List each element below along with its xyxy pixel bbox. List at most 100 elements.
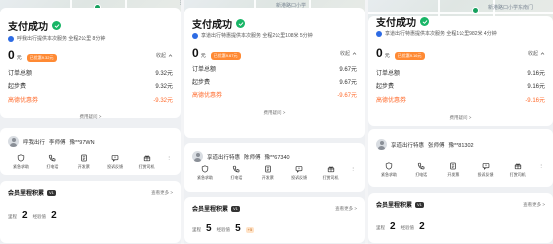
emergency-button[interactable]: 紧急求助 (8, 154, 34, 170)
fee-line: 订单总额 9.67元 (184, 64, 365, 73)
experience-label: 经验值 (400, 225, 415, 230)
coupon-value: -9.67元 (337, 93, 357, 99)
coupon-label: 高德优惠券 (192, 93, 223, 99)
membership-card: 会员里程积累 V1 查看更多 > 里程 2 经验值 2 (0, 181, 181, 243)
fee-question-link[interactable]: 费用疑问 > (184, 110, 365, 116)
map-label: 新港路口小学东南门 (488, 5, 534, 11)
fee-label: 起步费 (8, 84, 27, 90)
message-icon (482, 163, 489, 170)
shield-icon (17, 154, 25, 162)
membership-title: 会员里程积累 (8, 191, 45, 197)
payment-card: 支付成功 呼我出行提供本次服务 全程2公里 8分钟 0 元 已优惠9.32元 收… (0, 8, 181, 120)
action-label: 紧急求助 (381, 172, 397, 177)
service-provider-icon (376, 30, 382, 37)
tip-driver-button[interactable]: 打赏司机 (318, 165, 344, 181)
collapse-label: 收起 (155, 52, 166, 59)
coupon-value: -9.16元 (525, 98, 545, 104)
fee-line: 起步费 9.32元 (0, 81, 181, 90)
license-plate: 豫**81302 (448, 142, 474, 149)
experience-value: 2 (51, 210, 57, 221)
experience-value: 5 (235, 223, 241, 234)
discount-badge: 已优惠9.67元 (210, 52, 241, 60)
coupon-line: 高德优惠券 -9.67元 (184, 90, 365, 99)
action-label: 投诉反馈 (477, 172, 494, 177)
shield-icon (385, 162, 393, 170)
action-label: 投诉反馈 (107, 164, 124, 169)
tip-driver-button[interactable]: 打赏司机 (505, 162, 531, 178)
more-vertical-icon: ⋮ (166, 155, 171, 160)
fee-value: 9.16元 (527, 71, 545, 77)
action-label: 打电话 (230, 175, 243, 180)
service-summary: 享道出行特惠提供本次服务 全程2公里108米 5分钟 (201, 33, 313, 39)
more-button[interactable]: ⋮ (349, 165, 357, 181)
complaint-button[interactable]: 投诉反馈 (286, 165, 312, 181)
shield-icon (201, 165, 209, 173)
emergency-button[interactable]: 紧急求助 (376, 162, 402, 178)
action-label: 开发票 (77, 164, 90, 169)
payment-card: 支付成功 享道出行特惠提供本次服务 全程1公里982米 4分钟 0 元 已优惠9… (368, 16, 553, 126)
call-button[interactable]: 打电话 (223, 165, 249, 181)
call-button[interactable]: 打电话 (408, 162, 434, 178)
complaint-button[interactable]: 投诉反馈 (102, 154, 128, 170)
driver-card: 享道出行特惠 陈师傅 豫**67340 紧急求助 打电话 开发票 投诉反馈 打赏… (184, 143, 365, 192)
paid-unit: 元 (200, 53, 206, 59)
collapse-toggle[interactable]: 收起 (528, 50, 545, 57)
payment-status-title: 支付成功 (376, 18, 416, 29)
membership-level-badge: V1 (231, 205, 240, 212)
complaint-button[interactable]: 投诉反馈 (473, 162, 499, 178)
fee-question-link[interactable]: 费用疑问 > (368, 115, 553, 121)
service-provider-icon (192, 32, 198, 39)
invoice-button[interactable]: 开发票 (440, 162, 466, 178)
fee-label: 订单总额 (376, 71, 401, 77)
more-vertical-icon: ⋮ (538, 163, 543, 168)
more-button[interactable]: ⋮ (537, 162, 545, 178)
invoice-button[interactable]: 开发票 (71, 154, 97, 170)
driver-card: 享道出行特惠 张师傅 豫**81302 紧急求助 打电话 开发票 投诉反馈 打赏… (368, 129, 553, 187)
map-pin-icon (472, 7, 479, 14)
collapse-toggle[interactable]: 收起 (156, 52, 173, 59)
see-more-link[interactable]: 查看更多 > (335, 206, 357, 212)
message-icon (111, 155, 119, 162)
action-label: 打赏司机 (322, 175, 339, 180)
collapse-label: 收起 (527, 50, 538, 57)
paid-amount: 0 (192, 46, 199, 60)
more-button[interactable]: ⋮ (165, 154, 173, 170)
call-button[interactable]: 打电话 (39, 154, 65, 170)
paid-amount: 0 (376, 46, 383, 60)
action-label: 开发票 (447, 172, 460, 177)
phone-icon (418, 162, 425, 170)
chevron-up-icon (540, 51, 545, 55)
see-more-link[interactable]: 查看更多 > (523, 202, 545, 208)
tip-driver-button[interactable]: 打赏司机 (134, 154, 160, 170)
chevron-up-icon (168, 53, 173, 57)
fee-value: 9.67元 (339, 67, 357, 73)
fee-question-link[interactable]: 费用疑问 > (0, 114, 181, 120)
collapse-label: 收起 (339, 50, 350, 57)
experience-value: 2 (419, 221, 425, 232)
paid-amount: 0 (8, 48, 15, 62)
action-label: 打赏司机 (138, 164, 155, 169)
experience-label: 经验值 (32, 214, 47, 219)
membership-title: 会员里程积累 (376, 203, 413, 209)
success-check-icon (236, 19, 245, 28)
invoice-icon (265, 165, 271, 173)
fee-label: 订单总额 (8, 71, 33, 77)
fee-label: 订单总额 (192, 67, 217, 73)
fee-value: 9.16元 (527, 84, 545, 90)
phone-icon (49, 154, 56, 162)
trip-receipt-panel: 新港路口小学东南门 珠江新城 支付成功 呼我出行提供本次服务 全程2公里 8分钟… (0, 0, 181, 244)
gift-icon (143, 155, 150, 162)
invoice-button[interactable]: 开发票 (255, 165, 281, 181)
driver-avatar (8, 136, 19, 147)
invoice-icon (450, 162, 457, 170)
action-label: 打电话 (46, 164, 59, 169)
experience-gain-badge: +5 (245, 226, 255, 233)
fee-label: 起步费 (192, 80, 211, 86)
coupon-value: -9.32元 (153, 98, 173, 104)
success-check-icon (420, 17, 429, 26)
membership-level-badge: V1 (415, 201, 424, 208)
coupon-label: 高德优惠券 (8, 98, 39, 104)
collapse-toggle[interactable]: 收起 (340, 50, 357, 57)
see-more-link[interactable]: 查看更多 > (151, 190, 173, 196)
emergency-button[interactable]: 紧急求助 (192, 165, 218, 181)
